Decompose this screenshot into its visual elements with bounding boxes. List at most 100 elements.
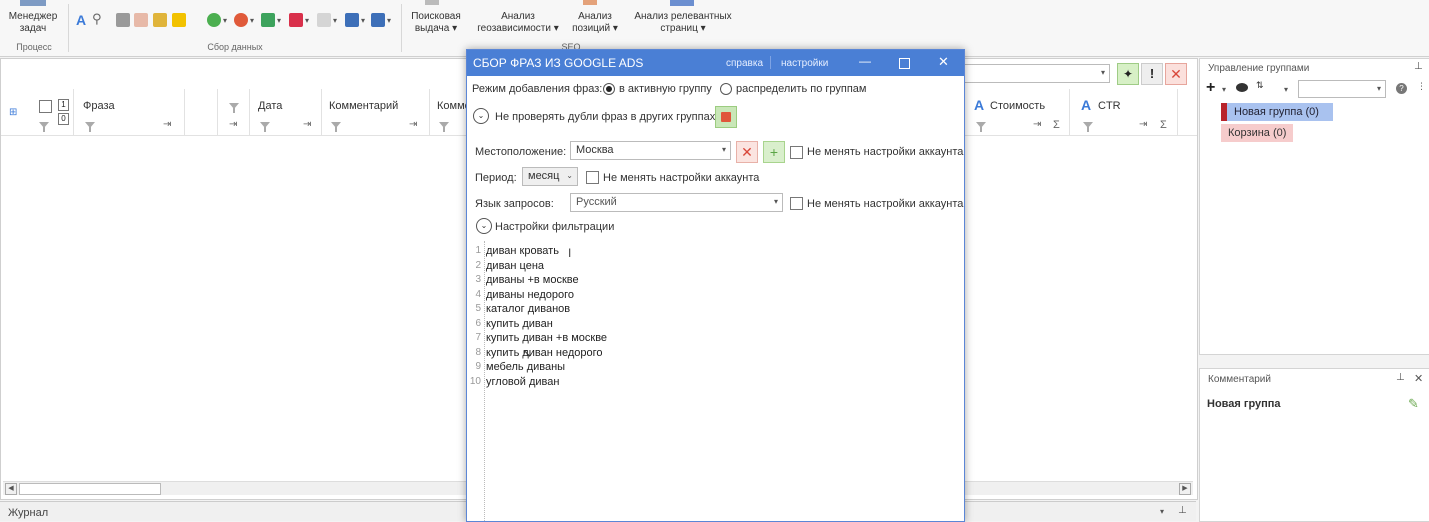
phrase-line[interactable]: купить диван недорого bbox=[486, 347, 603, 359]
m-icon[interactable] bbox=[261, 13, 275, 27]
relevant-pages-button[interactable]: Анализ релевантных страниц ▾ bbox=[628, 11, 738, 35]
comment-pin-icon[interactable]: ⇥ bbox=[409, 119, 417, 130]
comment-close-icon[interactable]: ✕ bbox=[1414, 372, 1423, 385]
search-results-button[interactable]: Поисковая выдача ▾ bbox=[404, 11, 468, 35]
phrase-line[interactable]: диваны недорого bbox=[486, 289, 574, 301]
column-cost[interactable]: Стоимость bbox=[990, 100, 1045, 112]
phrase-pin-icon[interactable]: ⇥ bbox=[163, 119, 171, 130]
mode-distribute-label[interactable]: распределить по группам bbox=[736, 83, 866, 95]
group-item-new[interactable]: Новая группа (0) bbox=[1221, 103, 1333, 121]
eye-icon[interactable] bbox=[1236, 83, 1248, 92]
column-comment[interactable]: Комментарий bbox=[329, 100, 398, 112]
list-icon[interactable] bbox=[116, 13, 130, 27]
close-icon[interactable]: ✕ bbox=[938, 54, 949, 70]
red-circle-icon[interactable] bbox=[234, 13, 248, 27]
ctr-filter-icon[interactable] bbox=[1083, 122, 1093, 132]
dont-change-period-checkbox[interactable] bbox=[586, 171, 599, 184]
filter-settings-label[interactable]: Настройки фильтрации bbox=[495, 221, 614, 233]
ctr-pin-icon[interactable]: ⇥ bbox=[1139, 119, 1147, 130]
comment-filter-icon[interactable] bbox=[331, 122, 341, 132]
col-filter-icon[interactable] bbox=[229, 103, 239, 113]
google-ads-icon[interactable]: A bbox=[76, 13, 86, 27]
geo-analysis-button[interactable]: Анализ геозависимости ▾ bbox=[473, 11, 563, 35]
positions-analysis-button[interactable]: Анализ позиций ▾ bbox=[566, 11, 624, 35]
select-all-checkbox[interactable] bbox=[39, 100, 52, 113]
mode-active-radio[interactable] bbox=[603, 83, 615, 95]
period-select[interactable]: месяц ⌄ bbox=[522, 167, 578, 186]
col-pin-icon[interactable]: ⇥ bbox=[229, 119, 237, 130]
expand-filter-icon[interactable]: ⌄ bbox=[476, 218, 492, 234]
grid-options-icon[interactable]: ⊞ bbox=[9, 107, 17, 118]
column-ctr[interactable]: CTR bbox=[1098, 100, 1121, 112]
clear-icon[interactable]: ✕ bbox=[1165, 63, 1187, 85]
no-check-dupes-label[interactable]: Не проверять дубли фраз в других группах bbox=[495, 111, 715, 123]
column-date[interactable]: Дата bbox=[258, 100, 282, 112]
printer-icon[interactable] bbox=[371, 13, 385, 27]
green-circle-icon[interactable] bbox=[207, 13, 221, 27]
dialog-settings-link[interactable]: настройки bbox=[781, 58, 828, 69]
scroll-left-button[interactable]: ◀ bbox=[5, 483, 17, 495]
minimize-icon[interactable]: — bbox=[859, 54, 871, 68]
comment2-filter-icon[interactable] bbox=[439, 122, 449, 132]
cost-sum-icon[interactable]: Σ bbox=[1053, 119, 1060, 131]
location-select[interactable]: Москва ▾ bbox=[570, 141, 731, 160]
journal-pin-icon[interactable]: ⊥ bbox=[1178, 505, 1187, 516]
grid-filter-select[interactable]: ▾ bbox=[964, 64, 1110, 83]
date-pin-icon[interactable]: ⇥ bbox=[303, 119, 311, 130]
maximize-icon[interactable] bbox=[899, 58, 910, 69]
dots-icon[interactable] bbox=[289, 13, 303, 27]
help-icon[interactable]: ? bbox=[1396, 83, 1407, 94]
line-number: 3 bbox=[475, 274, 481, 285]
mode-distribute-radio[interactable] bbox=[720, 83, 732, 95]
dont-change-language-label[interactable]: Не менять настройки аккаунта bbox=[807, 198, 963, 210]
cost-pin-icon[interactable]: ⇥ bbox=[1033, 119, 1041, 130]
group-item-trash[interactable]: Корзина (0) bbox=[1221, 124, 1293, 142]
phrase-filter-icon[interactable] bbox=[85, 122, 95, 132]
exclamation-icon[interactable]: ! bbox=[1141, 63, 1163, 85]
filter-icon[interactable] bbox=[39, 122, 49, 132]
phrase-line[interactable]: диваны +в москве bbox=[486, 274, 579, 286]
scroll-right-button[interactable]: ▶ bbox=[1179, 483, 1191, 495]
add-group-icon[interactable]: + bbox=[1206, 79, 1215, 97]
dont-change-location-label[interactable]: Не менять настройки аккаунта bbox=[807, 146, 963, 158]
dialog-help-link[interactable]: справка bbox=[726, 58, 763, 69]
dont-change-location-checkbox[interactable] bbox=[790, 146, 803, 159]
panel-options-icon[interactable]: ⋮ bbox=[1417, 81, 1426, 92]
group-filter-select[interactable]: ▾ bbox=[1298, 80, 1386, 98]
scroll-thumb[interactable] bbox=[19, 483, 161, 495]
panel-pin-icon[interactable]: ⊥ bbox=[1414, 61, 1423, 72]
location-add-icon[interactable]: + bbox=[763, 141, 785, 163]
arrow-icon[interactable] bbox=[345, 13, 359, 27]
yandex-icon[interactable] bbox=[172, 13, 186, 27]
phrase-line[interactable]: мебель диваны bbox=[486, 361, 565, 373]
task-manager-button[interactable]: Менеджер задач bbox=[4, 11, 62, 35]
location-remove-icon[interactable]: ✕ bbox=[736, 141, 758, 163]
phrase-line[interactable]: каталог диванов bbox=[486, 303, 570, 315]
phrase-line[interactable]: диван кровать bbox=[486, 245, 559, 257]
phrase-line[interactable]: диван цена bbox=[486, 260, 544, 272]
language-select[interactable]: Русский ▾ bbox=[570, 193, 783, 212]
phrases-editor[interactable]: 1 диван кровать 2 диван цена 3 диваны +в моск… bbox=[467, 241, 964, 521]
trash-icon[interactable] bbox=[715, 106, 737, 128]
folder-icon[interactable] bbox=[153, 13, 167, 27]
mode-active-label[interactable]: в активную группу bbox=[619, 83, 712, 95]
comment-pin-icon[interactable]: ⊥ bbox=[1396, 372, 1405, 383]
sort-icon[interactable]: ⇅ bbox=[1256, 80, 1264, 91]
column-phrase[interactable]: Фраза bbox=[83, 100, 115, 112]
edit-pencil-icon[interactable]: ✎ bbox=[1408, 396, 1419, 412]
phrase-line[interactable]: угловой диван bbox=[486, 376, 559, 388]
dialog-titlebar[interactable]: СБОР ФРАЗ ИЗ GOOGLE ADS справка настройк… bbox=[467, 50, 964, 76]
doc-icon[interactable] bbox=[134, 13, 148, 27]
dont-change-language-checkbox[interactable] bbox=[790, 197, 803, 210]
r-icon[interactable] bbox=[317, 13, 331, 27]
search-icon[interactable]: ⚲ bbox=[92, 12, 102, 26]
cost-filter-icon[interactable] bbox=[976, 122, 986, 132]
date-filter-icon[interactable] bbox=[260, 122, 270, 132]
ctr-sum-icon[interactable]: Σ bbox=[1160, 119, 1167, 131]
phrase-line[interactable]: купить диван bbox=[486, 318, 553, 330]
magic-icon[interactable]: ✦ bbox=[1117, 63, 1139, 85]
dont-change-period-label[interactable]: Не менять настройки аккаунта bbox=[603, 172, 759, 184]
journal-dropdown-icon[interactable]: ▾ bbox=[1160, 507, 1164, 516]
phrase-line[interactable]: купить диван +в москве bbox=[486, 332, 607, 344]
expand-dupes-icon[interactable]: ⌄ bbox=[473, 108, 489, 124]
